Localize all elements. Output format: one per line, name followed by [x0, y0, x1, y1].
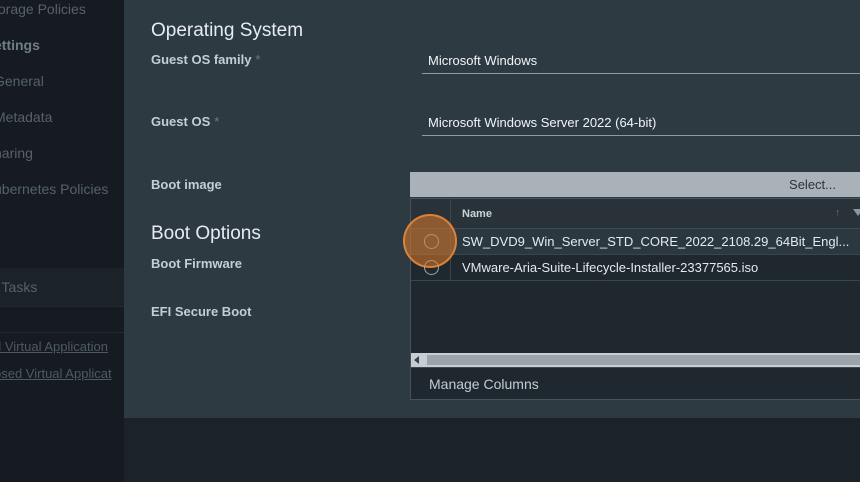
boot-image-select[interactable]: Select...	[410, 172, 860, 197]
boot-firmware-label: Boot Firmware	[151, 256, 243, 271]
sidebar-link-virtual-application[interactable]: d Virtual Application	[0, 339, 108, 354]
sidebar-item-general[interactable]: General	[0, 73, 44, 89]
boot-image-dropdown: Name ↑ SW_DVD9_Win_Server_STD_CORE_2022_…	[410, 198, 860, 400]
efi-secure-boot-label: EFI Secure Boot	[151, 304, 252, 319]
sort-arrow-icon[interactable]: ↑	[835, 207, 841, 219]
section-title-operating-system: Operating System	[151, 20, 304, 41]
table-row[interactable]: SW_DVD9_Win_Server_STD_CORE_2022_2108.29…	[411, 229, 860, 255]
sidebar-item-sharing[interactable]: haring	[0, 145, 33, 161]
background-sidebar: torage Policies ettings General Metadata…	[0, 0, 124, 482]
datagrid-header: Name ↑	[411, 199, 860, 229]
sidebar-tasks[interactable]: t Tasks	[0, 279, 37, 295]
manage-columns-button[interactable]: Manage Columns	[429, 376, 539, 392]
section-title-boot-options: Boot Options	[151, 223, 261, 244]
sidebar-item-metadata[interactable]: Metadata	[0, 109, 52, 125]
guest-os-family-select[interactable]: Microsoft Windows	[422, 52, 860, 74]
row-name: VMware-Aria-Suite-Lifecycle-Installer-23…	[462, 260, 759, 275]
filter-icon[interactable]	[853, 209, 860, 216]
sidebar-item-settings[interactable]: ettings	[0, 37, 40, 53]
click-highlight-indicator	[403, 214, 457, 268]
boot-image-label: Boot image	[151, 177, 222, 192]
required-mark: *	[255, 52, 261, 67]
scroll-left-arrow-icon[interactable]	[414, 356, 419, 364]
sidebar-item-storage-policies[interactable]: torage Policies	[0, 1, 86, 17]
guest-os-select[interactable]: Microsoft Windows Server 2022 (64-bit)	[422, 114, 860, 136]
datagrid-footer: Manage Columns	[411, 367, 860, 401]
guest-os-label-text: Guest OS	[151, 114, 211, 129]
guest-os-family-label: Guest OS family *	[151, 52, 260, 67]
sidebar-item-kubernetes-policies[interactable]: ubernetes Policies	[0, 181, 108, 197]
scrollbar-thumb[interactable]	[427, 355, 860, 365]
column-header-name[interactable]: Name	[462, 208, 492, 220]
sidebar-divider	[0, 332, 124, 333]
required-mark: *	[214, 114, 220, 129]
sidebar-link-composed-virtual-application[interactable]: osed Virtual Applicat	[0, 366, 112, 381]
sidebar-divider	[0, 306, 124, 307]
horizontal-scrollbar[interactable]	[411, 353, 860, 367]
table-row[interactable]: VMware-Aria-Suite-Lifecycle-Installer-23…	[411, 255, 860, 281]
boot-image-select-text: Select...	[789, 177, 836, 192]
row-name: SW_DVD9_Win_Server_STD_CORE_2022_2108.29…	[462, 234, 850, 249]
guest-os-family-label-text: Guest OS family	[151, 52, 252, 67]
guest-os-label: Guest OS *	[151, 114, 219, 129]
